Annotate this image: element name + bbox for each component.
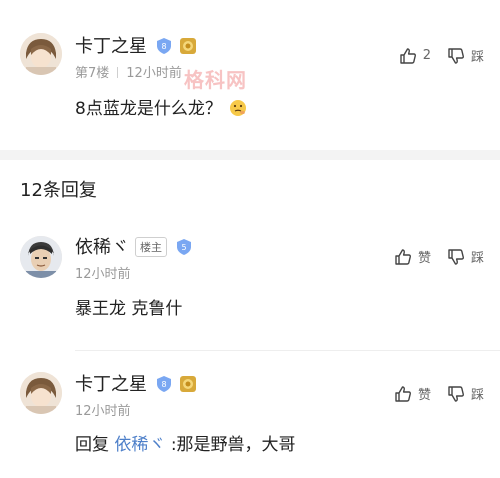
meta-divider [117,67,119,78]
comment-thread-page: 卡丁之星 8 第7楼 12小时前 格科网 8点蓝龙是什么龙？ 2 踩 12条回复… [0,0,500,478]
svg-text:5: 5 [181,243,186,252]
comment-text: 8点蓝龙是什么龙？ [75,94,247,122]
reply-text: :那是野兽，大哥 [170,435,296,455]
dislike-label: 踩 [470,388,484,403]
vip-badge-icon [179,375,197,393]
level-shield-icon: 5 [177,239,191,255]
replies-header: 12条回复 [20,180,97,201]
like-label: 赞 [417,251,431,266]
level-badge: 8 [155,37,173,55]
comment-actions: 2 踩 [399,46,484,65]
comment-author[interactable]: 卡丁之星 8 [75,32,197,58]
comment-author[interactable]: 依稀ヾ 楼主 5 [75,233,193,259]
floor-number: 第7楼 [75,66,110,81]
avatar-image [20,33,62,75]
comment-text: 暴王龙 克鲁什 [75,299,183,319]
comment-time: 12小时前 [75,404,131,419]
level-badge: 8 [155,375,173,393]
comment-meta: 12小时前 [75,263,131,282]
level-badge: 5 [175,238,193,256]
avatar-image [20,372,62,414]
reply-item: 卡丁之星 8 12小时前 回复 依稀ヾ :那是野兽，大哥 赞 踩 [0,352,500,478]
dislike-label: 踩 [470,50,484,65]
dislike-button[interactable]: 踩 [447,247,484,266]
dislike-button[interactable]: 踩 [447,384,484,403]
comment-actions: 赞 踩 [394,247,484,266]
author-name[interactable]: 依稀ヾ [75,237,129,258]
thumb-up-icon [400,47,416,64]
level-shield-icon: 8 [157,376,171,392]
like-label: 赞 [417,388,431,403]
svg-text:8: 8 [161,380,166,389]
watermark: 格科网 [184,68,247,92]
like-button[interactable]: 赞 [394,384,431,403]
avatar[interactable] [20,372,62,414]
reply-to-user-link[interactable]: 依稀ヾ [114,435,165,455]
comment-meta: 12小时前 [75,400,131,419]
divider [75,350,500,351]
reply-prefix: 回复 [75,435,109,455]
op-tag: 楼主 [135,237,167,257]
svg-text:8: 8 [161,42,166,51]
avatar[interactable] [20,33,62,75]
comment-text: 回复 依稀ヾ :那是野兽，大哥 [75,430,296,455]
comment-text-content: 8点蓝龙是什么龙？ [75,99,222,119]
thumb-up-icon [395,248,411,265]
avatar-image [20,236,62,278]
main-comment: 卡丁之星 8 第7楼 12小时前 格科网 8点蓝龙是什么龙？ 2 踩 [0,0,500,150]
comment-time: 12小时前 [75,267,131,282]
comment-author[interactable]: 卡丁之星 8 [75,370,197,396]
author-name[interactable]: 卡丁之星 [75,374,147,395]
thumb-down-icon [448,248,464,265]
comment-actions: 赞 踩 [394,384,484,403]
thumb-down-icon [448,385,464,402]
level-shield-icon: 8 [157,38,171,54]
thinking-face-icon [229,99,247,122]
comment-time: 12小时前 [126,66,182,81]
avatar[interactable] [20,236,62,278]
thumb-up-icon [395,385,411,402]
comment-meta: 第7楼 12小时前 [75,62,182,81]
like-button[interactable]: 2 [399,47,431,65]
reply-item: 依稀ヾ 楼主 5 12小时前 暴王龙 克鲁什 赞 踩 [0,222,500,342]
dislike-button[interactable]: 踩 [447,46,484,65]
vip-badge-icon [179,37,197,55]
like-button[interactable]: 赞 [394,247,431,266]
thumb-down-icon [448,47,464,64]
author-name[interactable]: 卡丁之星 [75,36,147,57]
dislike-label: 踩 [470,251,484,266]
like-count: 2 [422,48,431,63]
section-separator [0,150,500,160]
